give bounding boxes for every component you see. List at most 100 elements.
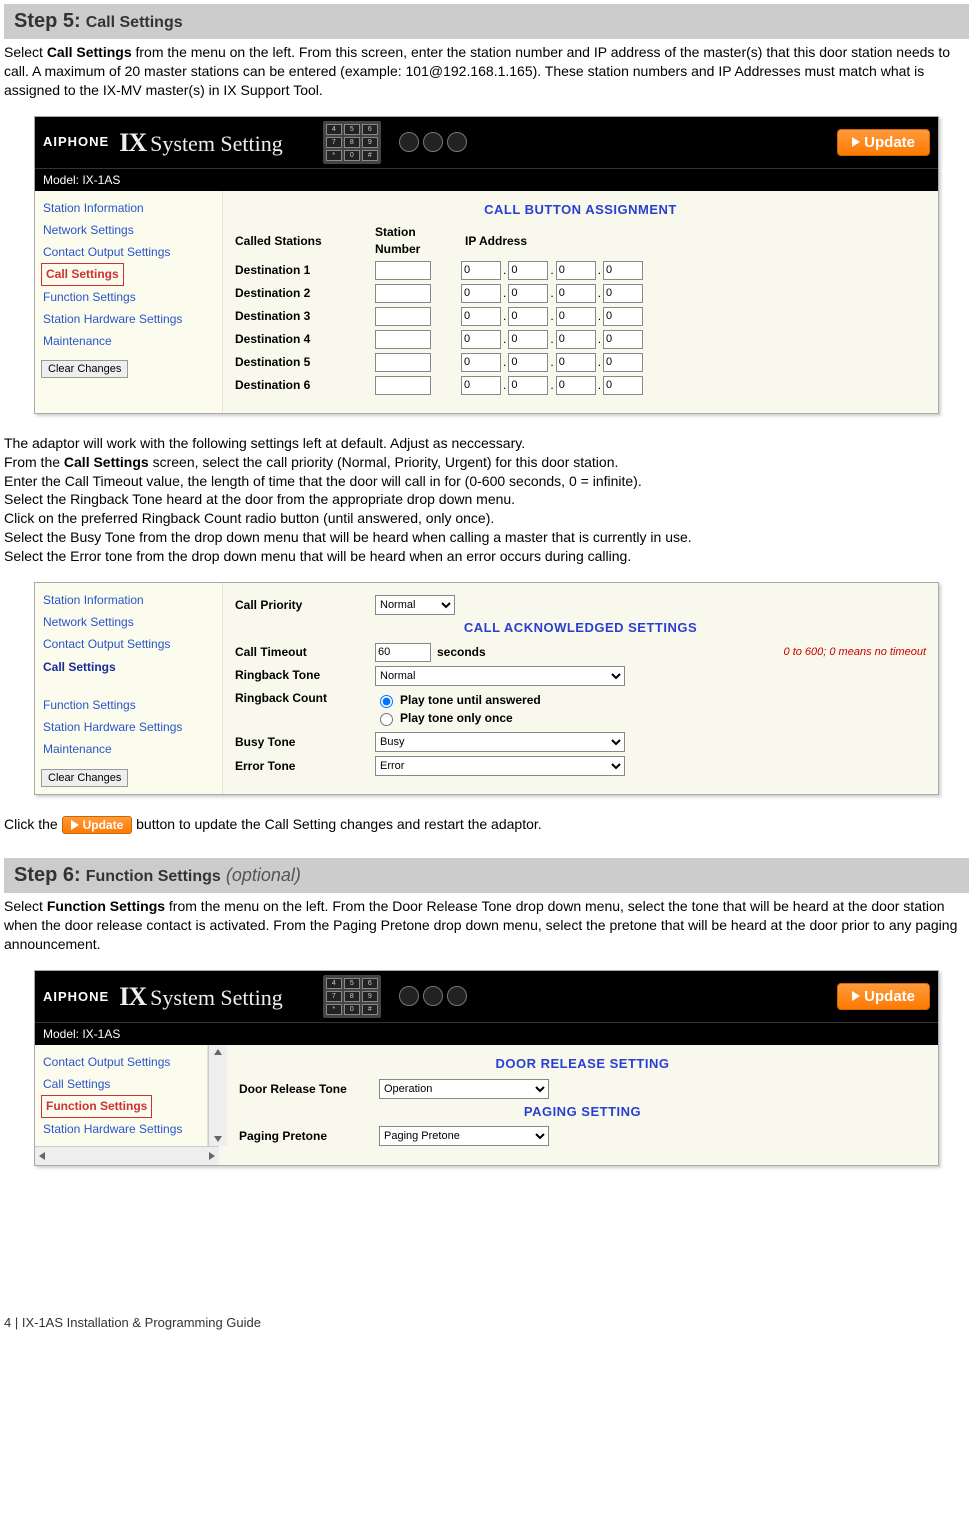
- ip-octet-input[interactable]: [603, 261, 643, 280]
- ip-octet-input[interactable]: [508, 376, 548, 395]
- nav-item-station-information[interactable]: Station Information: [41, 589, 216, 611]
- ip-octet-input[interactable]: [461, 261, 501, 280]
- destination-row: Destination 1...: [235, 261, 926, 280]
- horizontal-scrollbar[interactable]: [35, 1146, 219, 1165]
- click-update-line: Click the Update button to update the Ca…: [4, 815, 969, 834]
- step5-number: Step 5:: [14, 10, 81, 32]
- ip-octet-input[interactable]: [556, 330, 596, 349]
- vertical-scrollbar[interactable]: [208, 1045, 227, 1146]
- ip-octet-input[interactable]: [603, 307, 643, 326]
- door-release-tone-select[interactable]: Operation: [379, 1079, 549, 1099]
- nav-item-contact-output-settings[interactable]: Contact Output Settings: [41, 1051, 201, 1073]
- nav-item-network-settings[interactable]: Network Settings: [41, 611, 216, 633]
- update-button[interactable]: Update: [837, 129, 930, 156]
- ip-octet-input[interactable]: [461, 376, 501, 395]
- nav-item-station-information[interactable]: Station Information: [41, 197, 216, 219]
- nav-item-contact-output-settings[interactable]: Contact Output Settings: [41, 633, 216, 655]
- ringback-radio-until-answered[interactable]: Play tone until answered: [375, 692, 541, 708]
- ip-octet-input[interactable]: [556, 261, 596, 280]
- device-buttons-icon: [399, 132, 467, 152]
- destination-row: Destination 4...: [235, 330, 926, 349]
- nav-item-function-settings[interactable]: Function Settings: [41, 286, 216, 308]
- ip-octet-input[interactable]: [461, 330, 501, 349]
- nav-item-network-settings[interactable]: Network Settings: [41, 219, 216, 241]
- app-title: IXSystem Setting: [119, 979, 283, 1014]
- scroll-left-icon: [39, 1152, 45, 1160]
- station-number-input[interactable]: [375, 353, 431, 372]
- busy-tone-label: Busy Tone: [235, 734, 375, 750]
- destination-label: Destination 6: [235, 377, 375, 393]
- ip-octet-input[interactable]: [508, 353, 548, 372]
- model-label: Model: IX-1AS: [35, 168, 938, 191]
- step6-title: Function Settings: [86, 868, 221, 885]
- call-timeout-unit: seconds: [437, 644, 486, 660]
- nav-item-station-hardware-settings[interactable]: Station Hardware Settings: [41, 716, 216, 738]
- destination-row: Destination 3...: [235, 307, 926, 326]
- nav-item-function-settings[interactable]: Function Settings: [41, 694, 216, 716]
- col-ip-address: IP Address: [465, 233, 527, 249]
- station-number-input[interactable]: [375, 307, 431, 326]
- station-number-input[interactable]: [375, 330, 431, 349]
- nav-item-call-settings[interactable]: Call Settings: [41, 1073, 201, 1095]
- section-paging: PAGING SETTING: [239, 1103, 926, 1121]
- nav-item-call-settings[interactable]: Call Settings: [41, 656, 216, 678]
- ringback-radio-2[interactable]: [380, 713, 393, 726]
- nav-item-maintenance[interactable]: Maintenance: [41, 330, 216, 352]
- nav-item-function-settings[interactable]: Function Settings: [41, 1095, 152, 1117]
- step6-optional: (optional): [226, 865, 301, 885]
- ringback-tone-label: Ringback Tone: [235, 667, 375, 683]
- ringback-radio-1[interactable]: [380, 695, 393, 708]
- ip-octet-input[interactable]: [603, 376, 643, 395]
- station-number-input[interactable]: [375, 376, 431, 395]
- destination-row: Destination 5...: [235, 353, 926, 372]
- step5-header: Step 5: Call Settings: [4, 4, 969, 39]
- ringback-tone-select[interactable]: Normal: [375, 666, 625, 686]
- panel1-header: AIPHONE IXSystem Setting 456 789 *0# Upd…: [35, 117, 938, 168]
- nav-item-contact-output-settings[interactable]: Contact Output Settings: [41, 241, 216, 263]
- step5-title: Call Settings: [86, 14, 183, 31]
- station-number-input[interactable]: [375, 261, 431, 280]
- paging-pretone-select[interactable]: Paging Pretone: [379, 1126, 549, 1146]
- ip-octet-input[interactable]: [461, 353, 501, 372]
- error-tone-select[interactable]: Error: [375, 756, 625, 776]
- nav-item-station-hardware-settings[interactable]: Station Hardware Settings: [41, 1118, 201, 1140]
- arrow-right-icon: [852, 991, 860, 1001]
- panel-function-settings: AIPHONE IXSystem Setting 456 789 *0# Upd…: [34, 970, 939, 1166]
- keypad-icon: 456 789 *0#: [323, 121, 381, 164]
- ip-octet-input[interactable]: [556, 307, 596, 326]
- ip-octet-input[interactable]: [556, 284, 596, 303]
- call-timeout-label: Call Timeout: [235, 644, 375, 660]
- panel3-header: AIPHONE IXSystem Setting 456 789 *0# Upd…: [35, 971, 938, 1022]
- ip-octet-input[interactable]: [461, 284, 501, 303]
- scroll-up-icon: [214, 1049, 222, 1055]
- inline-update-button[interactable]: Update: [62, 816, 133, 834]
- keypad-icon: 456 789 *0#: [323, 975, 381, 1018]
- step6-header: Step 6: Function Settings (optional): [4, 858, 969, 893]
- panel-call-acknowledged: Station InformationNetwork SettingsConta…: [34, 582, 939, 795]
- ip-octet-input[interactable]: [508, 330, 548, 349]
- nav-item-call-settings[interactable]: Call Settings: [41, 263, 124, 285]
- ringback-radio-only-once[interactable]: Play tone only once: [375, 710, 541, 726]
- error-tone-label: Error Tone: [235, 758, 375, 774]
- destination-label: Destination 2: [235, 285, 375, 301]
- destination-label: Destination 5: [235, 354, 375, 370]
- ip-octet-input[interactable]: [603, 330, 643, 349]
- clear-changes-button[interactable]: Clear Changes: [41, 769, 128, 787]
- ip-octet-input[interactable]: [508, 284, 548, 303]
- ip-octet-input[interactable]: [508, 261, 548, 280]
- ip-octet-input[interactable]: [556, 376, 596, 395]
- update-button[interactable]: Update: [837, 983, 930, 1010]
- ip-octet-input[interactable]: [603, 353, 643, 372]
- section-call-acknowledged: CALL ACKNOWLEDGED SETTINGS: [235, 619, 926, 637]
- clear-changes-button[interactable]: Clear Changes: [41, 360, 128, 378]
- nav-item-maintenance[interactable]: Maintenance: [41, 738, 216, 760]
- ip-octet-input[interactable]: [508, 307, 548, 326]
- ip-octet-input[interactable]: [556, 353, 596, 372]
- nav-item-station-hardware-settings[interactable]: Station Hardware Settings: [41, 308, 216, 330]
- station-number-input[interactable]: [375, 284, 431, 303]
- call-timeout-input[interactable]: [375, 643, 431, 662]
- ip-octet-input[interactable]: [603, 284, 643, 303]
- ip-octet-input[interactable]: [461, 307, 501, 326]
- busy-tone-select[interactable]: Busy: [375, 732, 625, 752]
- call-priority-select[interactable]: Normal: [375, 595, 455, 615]
